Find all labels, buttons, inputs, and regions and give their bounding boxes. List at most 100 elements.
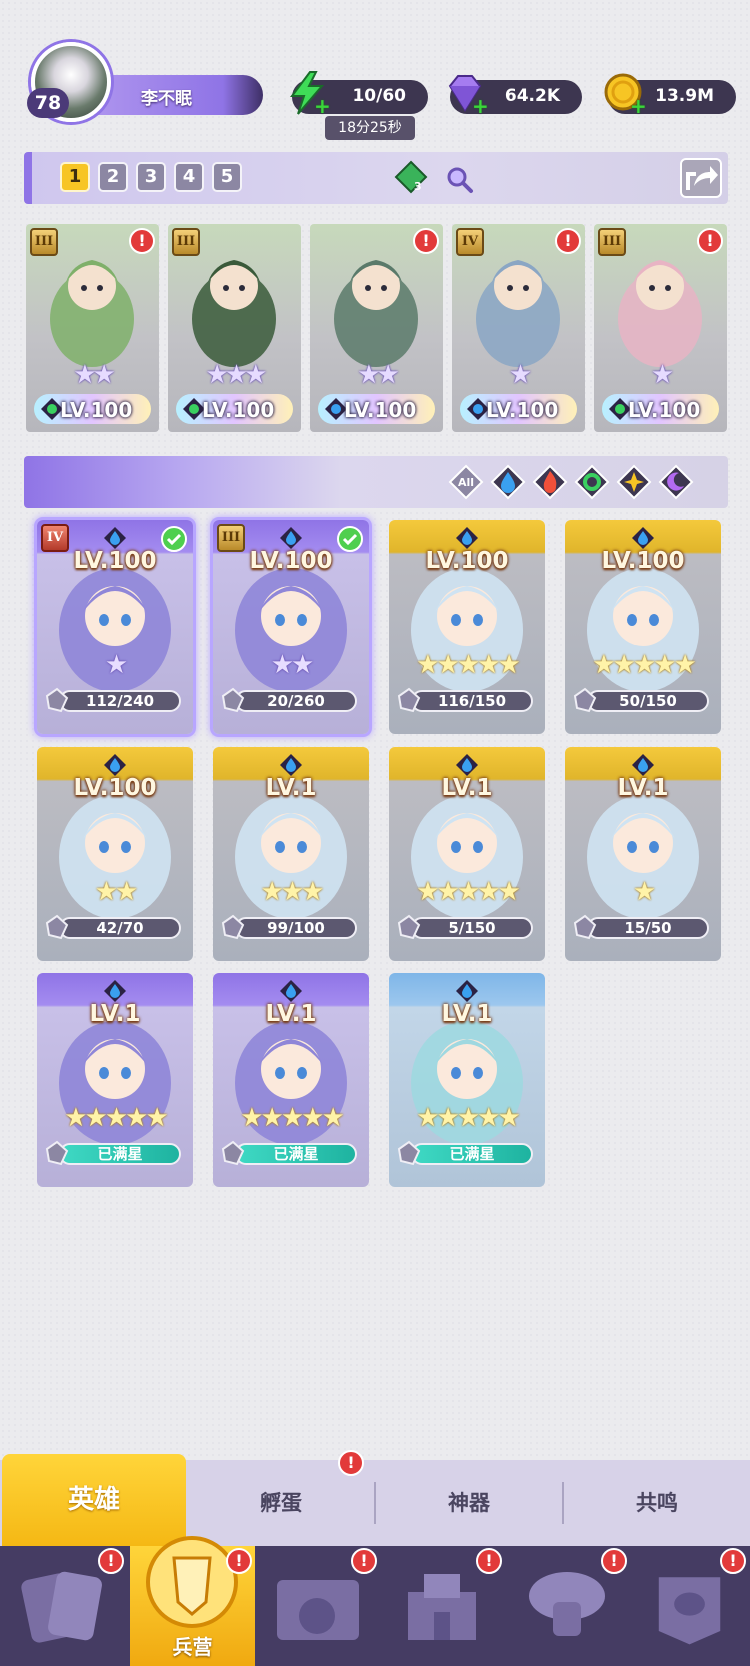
team-hero-card[interactable]: III ! ★★ LV.100 (26, 224, 159, 432)
nav-cards[interactable]: ! (0, 1546, 125, 1666)
rank-badge: III (598, 228, 626, 256)
player-name: 李不眠 (141, 89, 192, 109)
filter-wind-icon[interactable] (574, 464, 610, 500)
star-rating: ★ (650, 360, 674, 390)
hero-level: LV.1 (265, 775, 317, 801)
shard-progress: 112/240 (59, 690, 181, 712)
team-slot-5[interactable]: 5 (212, 162, 242, 192)
hero-card[interactable]: III LV.100 ★★ 20/260 (213, 520, 369, 734)
nav-alert-icon: ! (476, 1548, 502, 1574)
coin-counter[interactable]: + 13.9M (604, 73, 736, 118)
filter-water-icon[interactable] (490, 464, 526, 500)
star-rating: ★★★★★ (64, 1103, 169, 1133)
tab-artifact[interactable]: 神器 (376, 1460, 562, 1546)
star-rating: ★ (104, 650, 128, 680)
hero-card[interactable]: LV.1 ★★★★★ 已满星 (213, 973, 369, 1187)
filter-fire-icon[interactable] (532, 464, 568, 500)
hero-card[interactable]: IV LV.100 ★ 112/240 (37, 520, 193, 734)
hero-card[interactable]: LV.100 ★★ 42/70 (37, 747, 193, 961)
shard-progress: 已满星 (411, 1143, 533, 1165)
shard-icon (45, 914, 69, 940)
water-element-icon (104, 754, 126, 776)
water-element-icon (280, 527, 302, 549)
shard-icon (573, 687, 597, 713)
water-element-icon (280, 980, 302, 1002)
nav-alert-icon: ! (226, 1548, 252, 1574)
star-rating: ★ (632, 877, 656, 907)
water-element-icon (632, 754, 654, 776)
energy-counter[interactable]: + 10/60 (290, 71, 428, 118)
team-hero-card[interactable]: IV ! ★ LV.100 (452, 224, 585, 432)
nav-barracks[interactable]: ! 兵营 (130, 1536, 255, 1666)
team-slot-2[interactable]: 2 (98, 162, 128, 192)
energy-value: 10/60 (352, 86, 406, 106)
team-hero-card[interactable]: ! ★★ LV.100 (310, 224, 443, 432)
shard-icon (397, 914, 421, 940)
shard-icon (221, 687, 245, 713)
add-gem-icon[interactable]: + (472, 94, 489, 118)
water-element-icon (104, 980, 126, 1002)
hero-card[interactable]: LV.1 ★★★★★ 已满星 (389, 973, 545, 1187)
nav-castle[interactable]: ! (380, 1546, 505, 1666)
star-rating: ★★ (94, 877, 139, 907)
team-slot-1[interactable]: 1 (60, 162, 90, 192)
hero-level: LV.100 (60, 398, 133, 422)
water-element-icon (456, 980, 478, 1002)
shard-progress: 已满星 (235, 1143, 357, 1165)
shard-icon (221, 1140, 245, 1166)
star-rating: ★★★★★ (240, 1103, 345, 1133)
nav-quest-book[interactable]: ! (255, 1546, 380, 1666)
star-rating: ★★★★★ (416, 877, 521, 907)
hero-level: LV.100 (628, 398, 701, 422)
star-rating: ★★★★★ (416, 650, 521, 680)
hero-level: LV.100 (425, 548, 509, 574)
shard-progress: 42/70 (59, 917, 181, 939)
gem-value: 64.2K (504, 86, 560, 106)
star-rating: ★★★ (205, 360, 268, 390)
gem-counter[interactable]: + 64.2K (448, 75, 582, 118)
nav-guild[interactable]: ! (630, 1546, 750, 1666)
shard-icon (397, 1140, 421, 1166)
star-rating: ★★ (73, 360, 116, 390)
team-slot-3[interactable]: 3 (136, 162, 166, 192)
hero-card[interactable]: LV.1 ★★★★★ 5/150 (389, 747, 545, 961)
filter-light-icon[interactable] (616, 464, 652, 500)
add-energy-icon[interactable]: + (314, 94, 331, 118)
alert-icon: ! (697, 228, 723, 254)
water-element-icon (632, 527, 654, 549)
shard-progress: 116/150 (411, 690, 533, 712)
team-slot-4[interactable]: 4 (174, 162, 204, 192)
water-element-icon (104, 527, 126, 549)
gem-badge-count: 3 (414, 180, 422, 193)
nav-alert-icon: ! (720, 1548, 746, 1574)
share-icon[interactable] (680, 158, 722, 198)
nav-alert-icon: ! (351, 1548, 377, 1574)
hero-card[interactable]: LV.100 ★★★★★ 116/150 (389, 520, 545, 734)
tab-resonance[interactable]: 共鸣 (564, 1460, 750, 1546)
shard-progress: 15/50 (587, 917, 709, 939)
hero-level: LV.1 (617, 775, 669, 801)
add-coin-icon[interactable]: + (630, 94, 647, 118)
filter-all-icon[interactable]: All (448, 464, 484, 500)
hero-level: LV.1 (441, 1001, 493, 1027)
nav-mushroom-house[interactable]: ! (505, 1546, 630, 1666)
hero-level: LV.100 (249, 548, 333, 574)
hero-card[interactable]: LV.1 ★★★★★ 已满星 (37, 973, 193, 1187)
hero-card[interactable]: LV.100 ★★★★★ 50/150 (565, 520, 721, 734)
team-hero-card[interactable]: III ★★★ LV.100 (168, 224, 301, 432)
rank-badge: III (30, 228, 58, 256)
alert-icon: ! (555, 228, 581, 254)
team-hero-card[interactable]: III ! ★ LV.100 (594, 224, 727, 432)
search-icon[interactable] (444, 164, 474, 194)
hero-level: LV.100 (486, 398, 559, 422)
shard-progress: 99/100 (235, 917, 357, 939)
shard-icon (45, 1140, 69, 1166)
hero-card[interactable]: LV.1 ★★★ 99/100 (213, 747, 369, 961)
player-level: 78 (27, 88, 69, 118)
hero-card[interactable]: LV.1 ★ 15/50 (565, 747, 721, 961)
shard-icon (573, 914, 597, 940)
filter-dark-icon[interactable] (658, 464, 694, 500)
star-rating: ★★ (357, 360, 400, 390)
player-profile[interactable]: 78 李不眠 (25, 42, 265, 122)
green-gem-icon[interactable]: 3 (394, 160, 428, 194)
